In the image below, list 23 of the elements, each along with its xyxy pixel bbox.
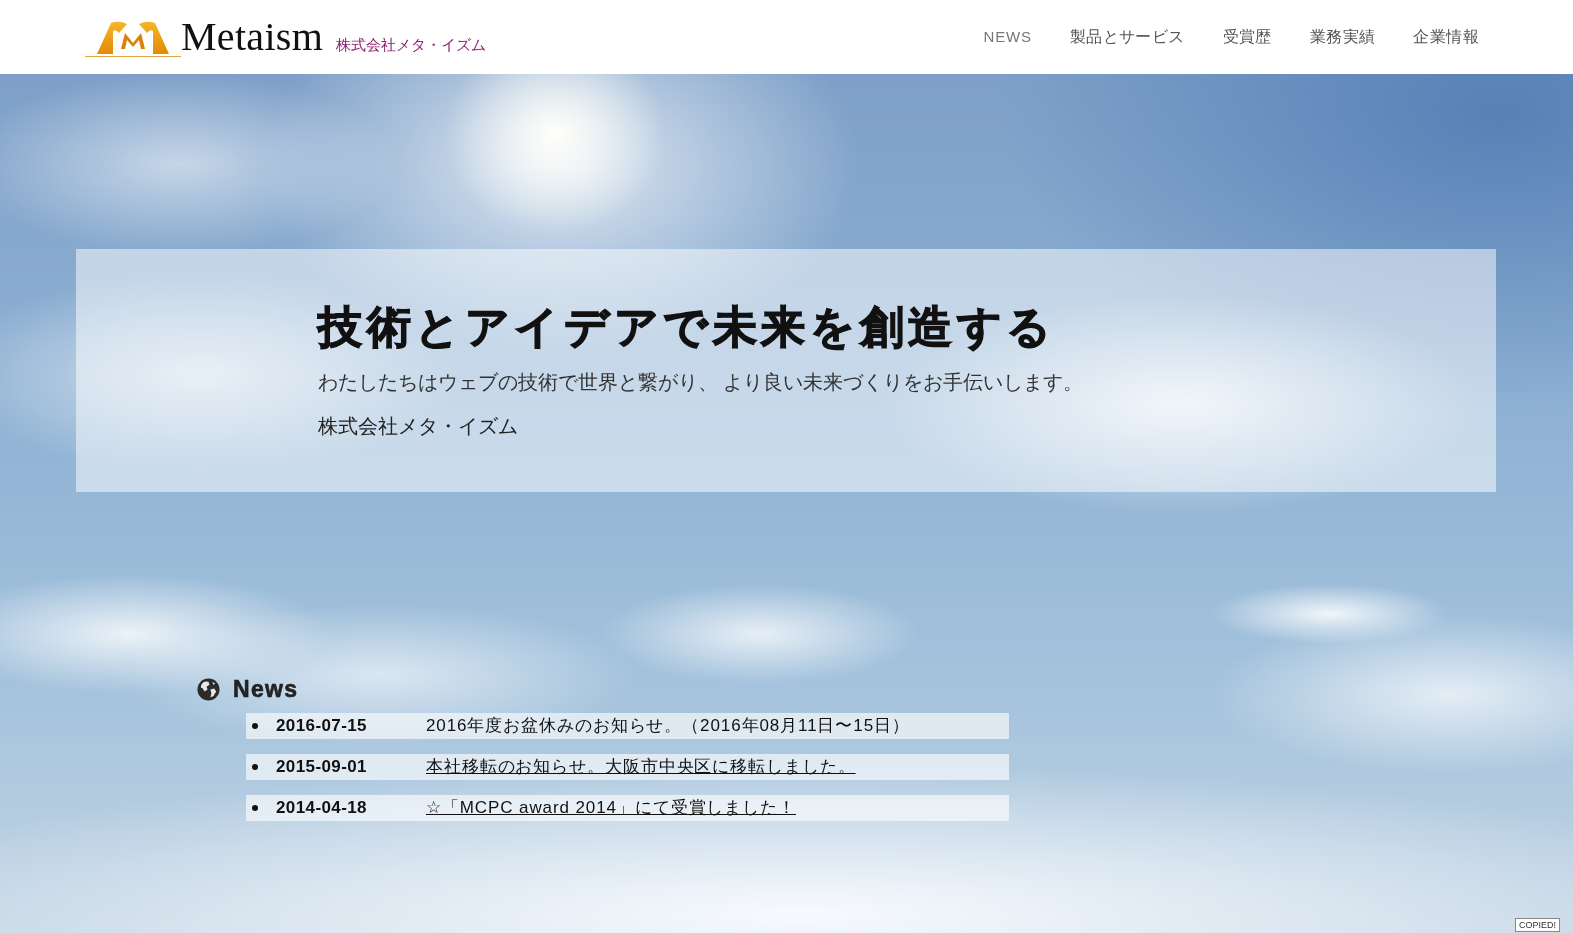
nav-menu-item[interactable]: NEWS [983,27,1032,47]
globe-icon [197,677,220,701]
logo-icon [85,19,181,57]
bullet-icon [252,764,258,770]
news-date: 2015-09-01 [276,757,368,777]
nav-menu-item[interactable]: 企業情報 [1413,27,1479,47]
hero-title: 技術とアイデアで未来を創造する [318,301,1057,353]
nav-menu-item[interactable]: 受賞歴 [1222,27,1272,47]
news-title: 2016年度お盆休みのお知らせ。（2016年08月11日〜15日） [426,716,910,736]
news-heading: News [233,675,299,703]
news-date: 2014-04-18 [276,798,368,818]
bullet-icon [252,723,258,729]
hero-company: 株式会社メタ・イズム [318,414,519,439]
nav-menu-item[interactable]: 製品とサービス [1069,27,1185,47]
copied-tooltip: COPIED! [1515,918,1560,932]
bullet-icon [252,805,258,811]
brand-name: Metaism [181,17,324,57]
hero-subtitle: わたしたちはウェブの技術で世界と繋がり、 より良い未来づくりをお手伝いします。 [318,370,1085,395]
nav-menu-item[interactable]: 業務実績 [1309,27,1376,47]
news-item-link[interactable]: 本社移転のお知らせ。大阪市中央区に移転しました。 [426,757,856,777]
news-item-link[interactable]: ☆「MCPC award 2014」にて受賞しました！ [426,798,796,818]
company-name: 株式会社メタ・イズム [336,35,487,55]
news-date: 2016-07-15 [276,716,368,736]
